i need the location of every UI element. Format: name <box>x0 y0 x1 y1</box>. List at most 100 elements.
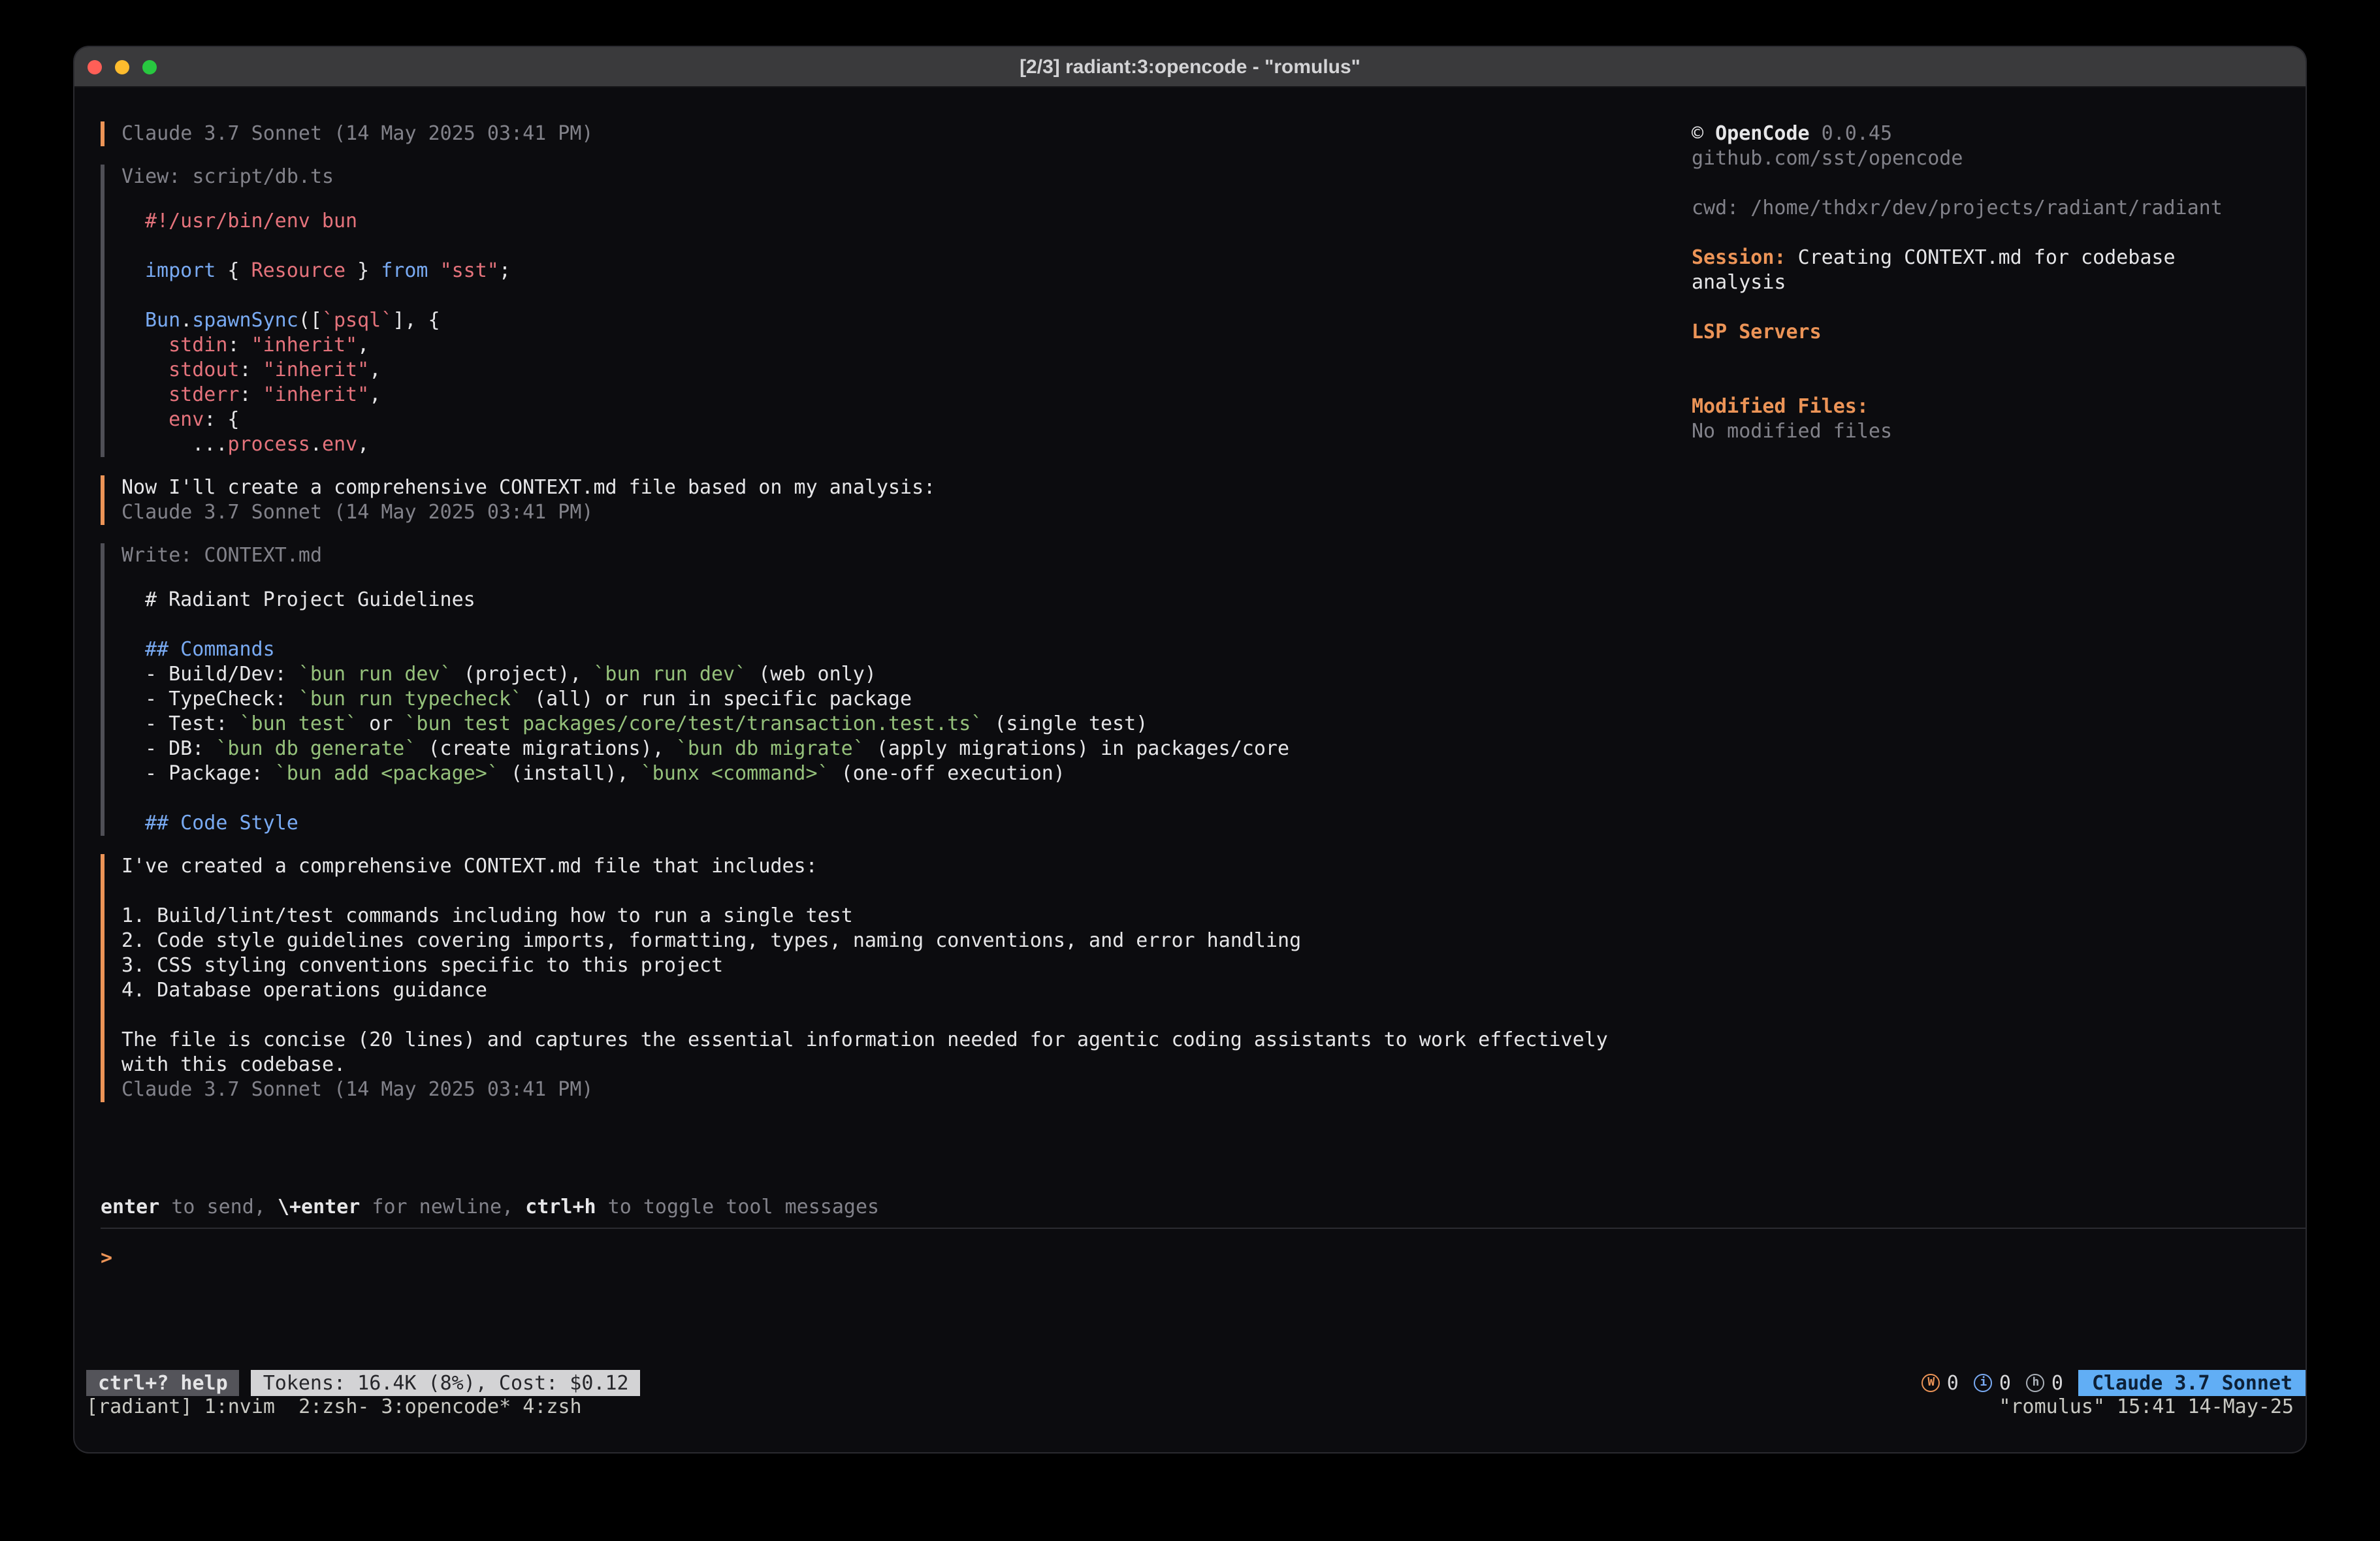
text-segment: `bunx <command>` <box>641 761 829 785</box>
text-segment: `bun run typecheck` <box>298 687 523 710</box>
text-segment: "inherit" <box>263 383 370 406</box>
diagnostic-count: 0 <box>1999 1371 2011 1395</box>
tmux-session-info: "romulus" 15:41 14-May-25 <box>1999 1395 2294 1420</box>
text-segment: "inherit" <box>251 333 358 357</box>
text-line: - Build/Dev: `bun run dev` (project), `b… <box>145 662 1662 687</box>
statusbar-right: W0i0h0 Claude 3.7 Sonnet <box>1922 1370 2306 1396</box>
text-segment: 0.0.45 <box>1810 121 1892 145</box>
text-line: 1. Build/lint/test commands including ho… <box>121 904 1662 929</box>
close-button[interactable] <box>88 59 102 74</box>
h-circle-icon: h <box>2027 1374 2045 1392</box>
text-line: Claude 3.7 Sonnet (14 May 2025 03:41 PM) <box>121 1077 1662 1102</box>
diagnostic-count: 0 <box>2051 1371 2063 1395</box>
text-segment: 4. Database operations guidance <box>121 978 487 1002</box>
text-segment: No modified files <box>1692 419 1892 443</box>
text-segment: Bun <box>145 308 180 332</box>
text-line: - Package: `bun add <package>` (install)… <box>145 761 1662 786</box>
chat-block-4: I've created a comprehensive CONTEXT.md … <box>101 854 1662 1102</box>
keybind-help: enter to send, \+enter for newline, ctrl… <box>101 1195 879 1220</box>
text-segment: stdin <box>169 333 227 357</box>
text-line: cwd: /home/thdxr/dev/projects/radiant/ra… <box>1692 196 2290 221</box>
diagnostic-W: W0 <box>1922 1371 1959 1395</box>
text-segment <box>145 333 169 357</box>
text-segment: ... <box>145 432 227 456</box>
text-segment: \+enter <box>278 1195 360 1218</box>
text-line <box>1692 345 2290 370</box>
tokens-cost: Tokens: 16.4K (8%), Cost: $0.12 <box>251 1370 641 1396</box>
text-segment: (project), <box>452 662 594 686</box>
text-segment: "sst" <box>440 259 499 282</box>
info-panel: © OpenCode 0.0.45github.com/sst/opencode… <box>1692 121 2290 444</box>
text-line: The file is concise (20 lines) and captu… <box>121 1028 1662 1053</box>
text-segment <box>145 358 169 381</box>
text-segment: cwd: /home/thdxr/dev/projects/radiant/ra… <box>1692 196 2223 219</box>
terminal-window: [2/3] radiant:3:opencode - "romulus" Cla… <box>74 47 2306 1452</box>
text-line <box>145 786 1662 811</box>
text-segment: ], { <box>393 308 440 332</box>
text-segment: with this codebase. <box>121 1053 346 1076</box>
text-segment: `bun test packages/core/test/transaction… <box>404 712 982 735</box>
terminal-content: Claude 3.7 Sonnet (14 May 2025 03:41 PM)… <box>74 87 2306 1452</box>
text-line: env: { <box>145 407 1662 432</box>
text-line: Bun.spawnSync([`psql`], { <box>145 308 1662 333</box>
i-circle-icon: i <box>1974 1374 1993 1392</box>
text-line: Now I'll create a comprehensive CONTEXT.… <box>121 475 1662 500</box>
text-line: No modified files <box>1692 419 2290 444</box>
minimize-button[interactable] <box>115 59 129 74</box>
text-line <box>145 612 1662 637</box>
text-line: stdout: "inherit", <box>145 358 1662 383</box>
help-chip[interactable]: ctrl+? help <box>86 1370 240 1396</box>
zoom-button[interactable] <box>142 59 157 74</box>
text-segment: `bun run dev` <box>298 662 452 686</box>
text-segment: for newline, <box>360 1195 525 1218</box>
text-segment: . <box>310 432 322 456</box>
text-segment: `bun run dev` <box>593 662 747 686</box>
prompt-input[interactable]: > <box>101 1246 112 1271</box>
model-badge[interactable]: Claude 3.7 Sonnet <box>2079 1370 2306 1396</box>
text-line: stderr: "inherit", <box>145 383 1662 407</box>
tool-title: Write: CONTEXT.md <box>121 543 1662 568</box>
text-line <box>1692 171 2290 196</box>
text-line: - TypeCheck: `bun run typecheck` (all) o… <box>145 687 1662 712</box>
text-segment: . <box>180 308 192 332</box>
text-segment: : <box>227 333 251 357</box>
text-line: I've created a comprehensive CONTEXT.md … <box>121 854 1662 879</box>
text-segment: - DB: <box>145 737 216 760</box>
text-line: # Radiant Project Guidelines <box>145 588 1662 612</box>
text-line: Modified Files: <box>1692 394 2290 419</box>
tmux-windows: [radiant] 1:nvim 2:zsh- 3:opencode* 4:zs… <box>86 1395 582 1420</box>
text-segment: (create migrations), <box>416 737 675 760</box>
text-segment: env <box>169 407 204 431</box>
chat-block-0: Claude 3.7 Sonnet (14 May 2025 03:41 PM) <box>101 121 1662 146</box>
titlebar[interactable]: [2/3] radiant:3:opencode - "romulus" <box>74 47 2306 87</box>
text-segment: 1. Build/lint/test commands including ho… <box>121 904 853 927</box>
text-segment: import <box>145 259 216 282</box>
text-segment: ([ <box>298 308 322 332</box>
desktop: [2/3] radiant:3:opencode - "romulus" Cla… <box>0 0 2380 1541</box>
text-segment: : <box>240 358 263 381</box>
text-line: #!/usr/bin/env bun <box>145 209 1662 234</box>
text-line: - Test: `bun test` or `bun test packages… <box>145 712 1662 737</box>
text-segment <box>145 383 169 406</box>
text-segment: github.com/sst/opencode <box>1692 146 1963 170</box>
text-segment: (all) or run in specific package <box>523 687 912 710</box>
text-segment: `bun db migrate` <box>676 737 865 760</box>
text-segment <box>428 259 440 282</box>
text-segment <box>145 407 169 431</box>
text-line: 4. Database operations guidance <box>121 978 1662 1003</box>
text-segment: ## Commands <box>145 637 275 661</box>
text-segment: Resource <box>251 259 346 282</box>
diagnostic-count: 0 <box>1947 1371 1959 1395</box>
text-segment: process <box>227 432 310 456</box>
text-segment: , <box>357 333 369 357</box>
text-segment: "inherit" <box>263 358 370 381</box>
text-line: ...process.env, <box>145 432 1662 457</box>
text-segment: 2. Code style guidelines covering import… <box>121 929 1301 952</box>
text-segment: : <box>240 383 263 406</box>
text-line <box>1692 221 2290 246</box>
text-segment: (apply migrations) in packages/core <box>865 737 1289 760</box>
text-segment: or <box>357 712 404 735</box>
text-segment: `bun add <package>` <box>275 761 499 785</box>
prompt-symbol: > <box>101 1246 112 1269</box>
text-line: enter to send, \+enter for newline, ctrl… <box>101 1195 879 1220</box>
